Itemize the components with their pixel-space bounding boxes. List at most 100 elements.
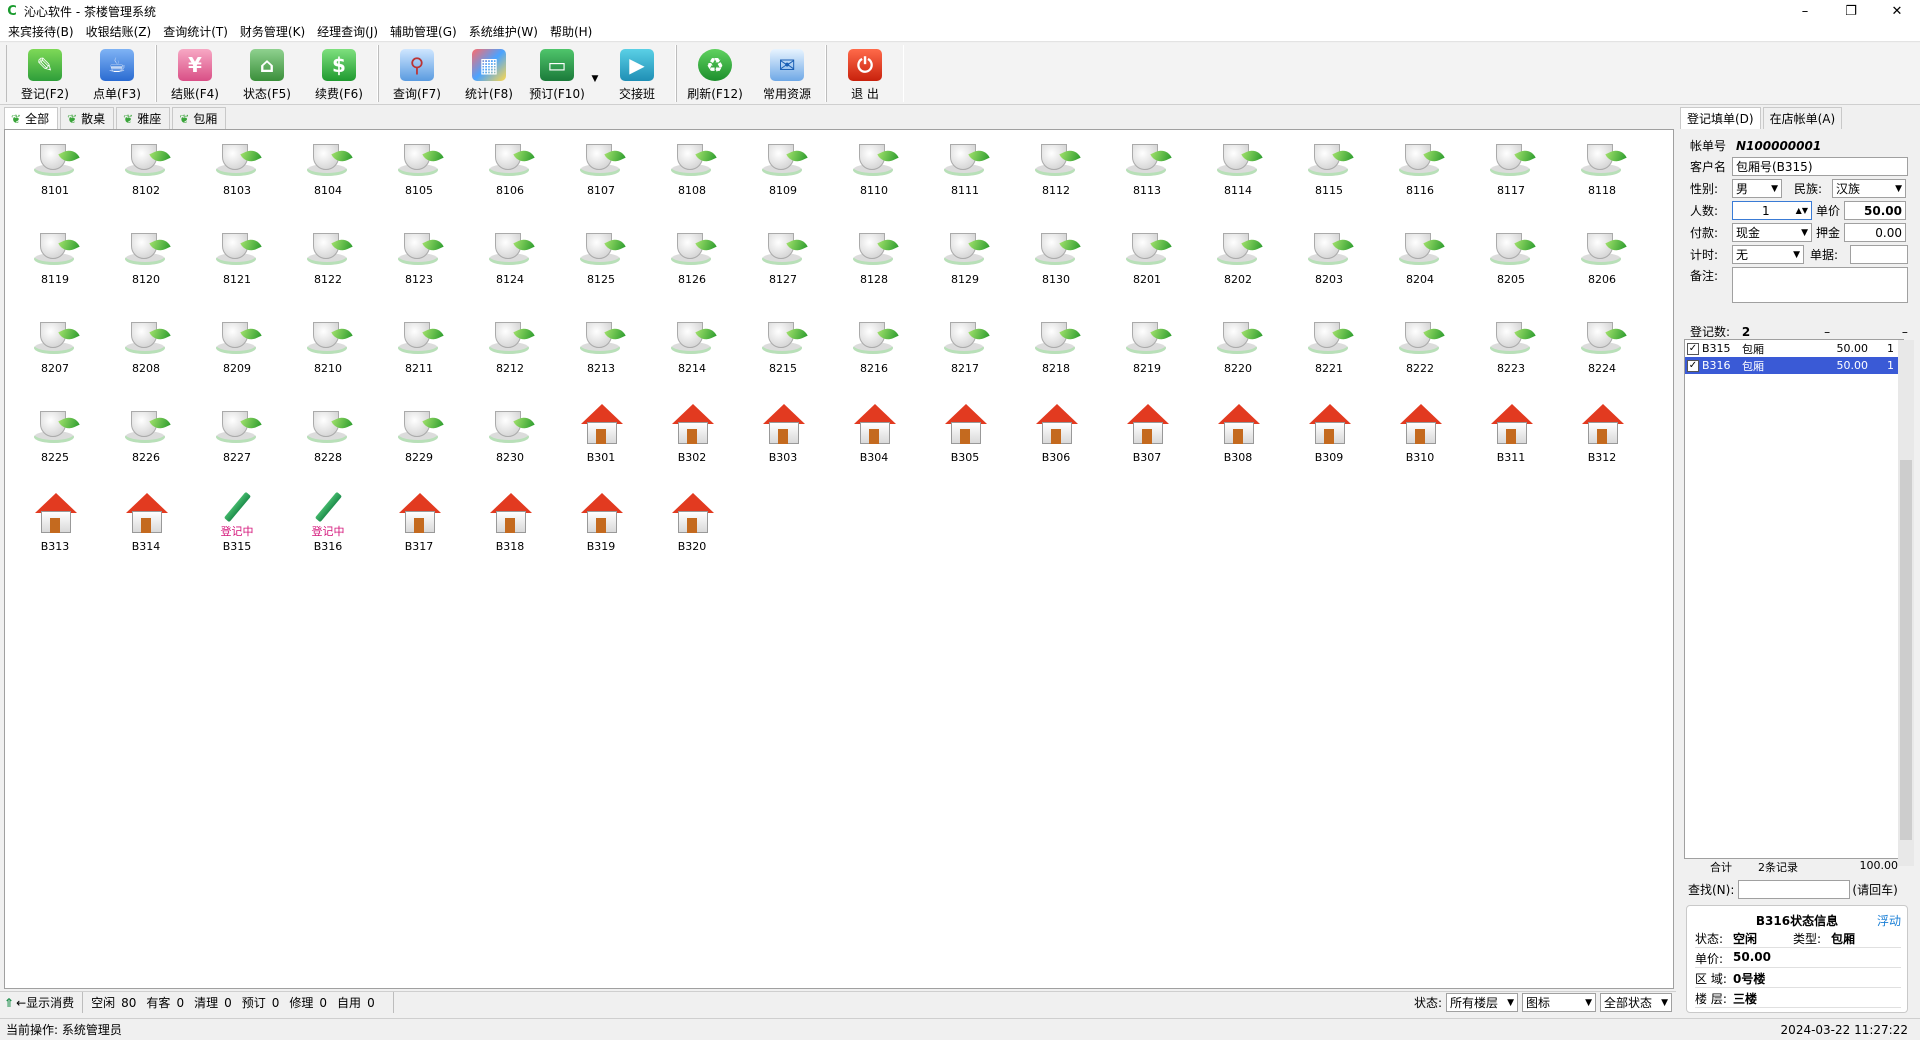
order-button[interactable]: ☕ 点单(F3) (81, 45, 153, 102)
room-tile[interactable]: 8214 (652, 312, 732, 392)
room-tile[interactable]: 8113 (1107, 134, 1187, 214)
room-tile[interactable]: 8114 (1198, 134, 1278, 214)
room-tile[interactable]: 8102 (106, 134, 186, 214)
tab-tables[interactable]: ❦ 散桌 (60, 107, 115, 129)
tab-booths[interactable]: ❦ 雅座 (116, 107, 171, 129)
room-tile[interactable]: B310 (1380, 401, 1460, 481)
room-tile[interactable]: 8218 (1016, 312, 1096, 392)
room-tile[interactable]: 8103 (197, 134, 277, 214)
ethnic-select[interactable]: 汉族 ▼ (1832, 179, 1906, 198)
room-tile[interactable]: 8219 (1107, 312, 1187, 392)
room-tile[interactable]: 8121 (197, 223, 277, 303)
room-tile[interactable]: 8112 (1016, 134, 1096, 214)
room-tile[interactable]: 8124 (470, 223, 550, 303)
menu-manager[interactable]: 经理查询(J) (311, 23, 384, 40)
reserve-dropdown-icon[interactable]: ▼ (589, 55, 601, 102)
room-tile[interactable]: 8201 (1107, 223, 1187, 303)
find-input[interactable] (1738, 880, 1851, 899)
room-tile[interactable]: B304 (834, 401, 914, 481)
room-tile[interactable]: 8117 (1471, 134, 1551, 214)
room-tile[interactable]: 8126 (652, 223, 732, 303)
room-tile[interactable]: 8222 (1380, 312, 1460, 392)
room-tile[interactable]: B320 (652, 490, 732, 570)
room-tile[interactable]: B317 (379, 490, 459, 570)
room-tile[interactable]: 登记中 B315 (197, 490, 277, 570)
menu-query-stats[interactable]: 查询统计(T) (157, 23, 234, 40)
room-tile[interactable]: B319 (561, 490, 641, 570)
room-tile[interactable]: 8125 (561, 223, 641, 303)
exit-button[interactable]: ⏻ 退 出 (829, 45, 901, 102)
room-tile[interactable]: 8118 (1562, 134, 1642, 214)
list-scrollbar[interactable] (1898, 340, 1914, 866)
state-select[interactable]: 全部状态 ▼ (1600, 993, 1672, 1012)
room-tile[interactable]: B308 (1198, 401, 1278, 481)
room-tile[interactable]: 8220 (1198, 312, 1278, 392)
deposit-input[interactable]: 0.00 (1844, 223, 1906, 242)
scrollbar-thumb[interactable] (1900, 460, 1912, 840)
room-tile[interactable]: 8204 (1380, 223, 1460, 303)
timing-select[interactable]: 无 ▼ (1732, 245, 1804, 264)
spin-arrows-icon[interactable]: ▲▼ (1796, 206, 1808, 215)
register-button[interactable]: ✎ 登记(F2) (9, 45, 81, 102)
room-tile[interactable]: 8230 (470, 401, 550, 481)
room-tile[interactable]: 8105 (379, 134, 459, 214)
menu-reception[interactable]: 来宾接待(B) (2, 23, 80, 40)
room-tile[interactable]: 8221 (1289, 312, 1369, 392)
room-tile[interactable]: 8226 (106, 401, 186, 481)
show-consumption-toggle[interactable]: ⇑ ←显示消费 (0, 992, 84, 1013)
room-tile[interactable]: B312 (1562, 401, 1642, 481)
collapse-dash[interactable]: – (1824, 325, 1830, 339)
room-tile[interactable]: 8217 (925, 312, 1005, 392)
room-tile[interactable]: 8116 (1380, 134, 1460, 214)
room-tile[interactable]: 8122 (288, 223, 368, 303)
float-link[interactable]: 浮动 (1877, 912, 1901, 929)
room-tile[interactable]: 8216 (834, 312, 914, 392)
menu-auxiliary[interactable]: 辅助管理(G) (384, 23, 463, 40)
people-stepper[interactable]: 1 ▲▼ (1732, 201, 1812, 220)
renew-button[interactable]: $ 续费(F6) (303, 45, 375, 102)
room-tile[interactable]: 8208 (106, 312, 186, 392)
note-textarea[interactable] (1732, 267, 1908, 303)
tab-all[interactable]: ❦ 全部 (4, 107, 59, 129)
room-tile[interactable]: 8110 (834, 134, 914, 214)
room-tile[interactable]: 8111 (925, 134, 1005, 214)
handover-button[interactable]: ▶ 交接班 (601, 45, 673, 102)
menu-cashier[interactable]: 收银结账(Z) (80, 23, 158, 40)
stats-button[interactable]: ▦ 统计(F8) (453, 45, 525, 102)
reserve-button[interactable]: ▭ 预订(F10) (525, 45, 589, 102)
room-tile[interactable]: 8101 (15, 134, 95, 214)
room-tile[interactable]: 登记中 B316 (288, 490, 368, 570)
room-tile[interactable]: 8229 (379, 401, 459, 481)
room-tile[interactable]: 8211 (379, 312, 459, 392)
close-button[interactable]: ✕ (1874, 0, 1920, 22)
room-tile[interactable]: 8128 (834, 223, 914, 303)
room-tile[interactable]: 8228 (288, 401, 368, 481)
room-tile[interactable]: 8107 (561, 134, 641, 214)
resources-button[interactable]: ✉ 常用资源 (751, 45, 823, 102)
room-tile[interactable]: 8127 (743, 223, 823, 303)
checkbox[interactable]: ✓ (1687, 359, 1699, 372)
refresh-button[interactable]: ♻ 刷新(F12) (679, 45, 751, 102)
room-tile[interactable]: 8129 (925, 223, 1005, 303)
room-tile[interactable]: 8115 (1289, 134, 1369, 214)
room-tile[interactable]: 8120 (106, 223, 186, 303)
menu-finance[interactable]: 财务管理(K) (234, 23, 311, 40)
floor-select[interactable]: 所有楼层 ▼ (1446, 993, 1518, 1012)
room-tile[interactable]: 8223 (1471, 312, 1551, 392)
room-tile[interactable]: 8108 (652, 134, 732, 214)
room-tile[interactable]: 8209 (197, 312, 277, 392)
list-item[interactable]: ✓ B315 包厢 50.00 1 (1685, 340, 1903, 357)
room-tile[interactable]: B314 (106, 490, 186, 570)
room-tile[interactable]: B311 (1471, 401, 1551, 481)
minimize-button[interactable]: – (1782, 0, 1828, 22)
status-button[interactable]: ⌂ 状态(F5) (231, 45, 303, 102)
room-tile[interactable]: B302 (652, 401, 732, 481)
checkout-button[interactable]: ¥ 结账(F4) (159, 45, 231, 102)
room-tile[interactable]: B306 (1016, 401, 1096, 481)
room-tile[interactable]: B305 (925, 401, 1005, 481)
room-tile[interactable]: 8210 (288, 312, 368, 392)
maximize-button[interactable]: ❐ (1828, 0, 1874, 22)
query-button[interactable]: ⚲ 查询(F7) (381, 45, 453, 102)
checkbox[interactable]: ✓ (1687, 342, 1699, 355)
room-tile[interactable]: B301 (561, 401, 641, 481)
